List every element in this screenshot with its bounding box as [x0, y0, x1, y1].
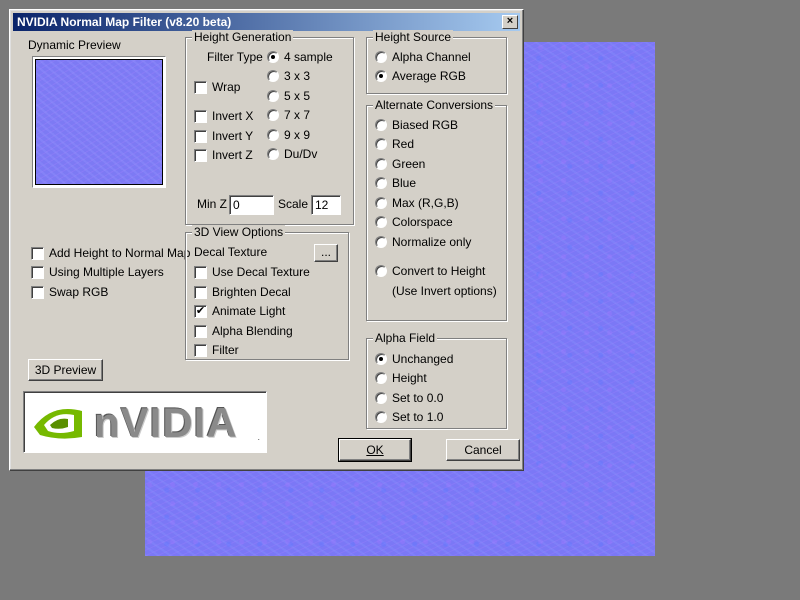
wrap-checkbox[interactable] — [194, 81, 207, 94]
filter-4sample-radio[interactable] — [267, 51, 279, 63]
decal-texture-label: Decal Texture — [194, 245, 268, 259]
invert-y-label: Invert Y — [212, 129, 254, 143]
add-height-checkbox[interactable] — [31, 247, 44, 260]
average-rgb-radio[interactable] — [375, 70, 387, 82]
alternate-conversions-title: Alternate Conversions — [373, 98, 496, 112]
animate-light-checkbox[interactable]: ✔ — [194, 305, 207, 318]
alpha-blending-label: Alpha Blending — [212, 324, 293, 338]
close-icon[interactable]: × — [502, 15, 518, 29]
green-label: Green — [392, 157, 426, 171]
height-radio[interactable] — [375, 372, 387, 384]
invert-x-checkbox[interactable] — [194, 110, 207, 123]
blue-label: Blue — [392, 176, 417, 190]
unchanged-label: Unchanged — [392, 352, 454, 366]
invert-z-label: Invert Z — [212, 148, 253, 162]
scale-label: Scale — [278, 197, 309, 211]
set-one-radio[interactable] — [375, 411, 387, 423]
filter-label: Filter — [212, 343, 239, 357]
alpha-channel-label: Alpha Channel — [392, 50, 471, 64]
3d-view-options-group: 3D View Options Decal Texture ... Use De… — [185, 225, 349, 360]
red-radio[interactable] — [375, 138, 387, 150]
filter-dudv-label: Du/Dv — [284, 147, 318, 161]
normalize-only-label: Normalize only — [392, 235, 472, 249]
max-rgb-radio[interactable] — [375, 197, 387, 209]
filter-5x5-radio[interactable] — [267, 90, 279, 102]
filter-9x9-radio[interactable] — [267, 129, 279, 141]
min-z-input[interactable]: 0 — [229, 195, 274, 215]
cancel-button[interactable]: Cancel — [446, 439, 520, 461]
filter-7x7-label: 7 x 7 — [284, 108, 311, 122]
multiple-layers-label: Using Multiple Layers — [49, 265, 164, 279]
filter-type-label: Filter Type — [207, 50, 263, 64]
brighten-decal-checkbox[interactable] — [194, 286, 207, 299]
wrap-label: Wrap — [212, 80, 241, 94]
normal-map-filter-dialog: NVIDIA Normal Map Filter (v8.20 beta) × … — [9, 9, 524, 471]
animate-light-label: Animate Light — [212, 304, 286, 318]
ok-button[interactable]: OK — [338, 438, 412, 462]
height-generation-group: Height Generation Filter Type 4 sample 3… — [185, 30, 354, 225]
browse-decal-button[interactable]: ... — [314, 244, 338, 262]
dynamic-preview — [32, 56, 166, 188]
alpha-field-title: Alpha Field — [373, 331, 438, 345]
nvidia-wordmark: nVIDIA — [94, 399, 238, 446]
use-decal-checkbox[interactable] — [194, 266, 207, 279]
filter-9x9-label: 9 x 9 — [284, 128, 311, 142]
dynamic-preview-label: Dynamic Preview — [28, 38, 121, 52]
scale-input[interactable]: 12 — [311, 195, 341, 215]
cancel-label: Cancel — [464, 443, 502, 457]
ok-label: OK — [366, 443, 384, 457]
height-label: Height — [392, 371, 427, 385]
title-bar[interactable]: NVIDIA Normal Map Filter (v8.20 beta) × — [13, 13, 520, 31]
red-label: Red — [392, 137, 415, 151]
min-z-label: Min Z — [197, 197, 227, 211]
colorspace-radio[interactable] — [375, 216, 387, 228]
green-radio[interactable] — [375, 158, 387, 170]
filter-4sample-label: 4 sample — [284, 50, 333, 64]
filter-3x3-radio[interactable] — [267, 70, 279, 82]
preview-image — [35, 59, 163, 185]
3d-view-options-title: 3D View Options — [192, 225, 286, 239]
unchanged-radio[interactable] — [375, 353, 387, 365]
convert-note: (Use Invert options) — [392, 284, 497, 298]
swap-rgb-checkbox[interactable] — [31, 286, 44, 299]
logo-mark: . — [257, 432, 260, 442]
height-generation-title: Height Generation — [192, 30, 294, 44]
biased-rgb-radio[interactable] — [375, 119, 387, 131]
swap-rgb-label: Swap RGB — [49, 285, 109, 299]
nvidia-logo: nVIDIA . — [23, 391, 267, 453]
biased-rgb-label: Biased RGB — [392, 118, 459, 132]
filter-3x3-label: 3 x 3 — [284, 69, 311, 83]
normalize-only-radio[interactable] — [375, 236, 387, 248]
filter-5x5-label: 5 x 5 — [284, 89, 311, 103]
add-height-label: Add Height to Normal Map — [49, 246, 191, 260]
filter-dudv-radio[interactable] — [267, 148, 279, 160]
height-source-title: Height Source — [373, 30, 454, 44]
window-title: NVIDIA Normal Map Filter (v8.20 beta) — [17, 15, 232, 29]
set-zero-label: Set to 0.0 — [392, 391, 444, 405]
set-zero-radio[interactable] — [375, 392, 387, 404]
use-decal-label: Use Decal Texture — [212, 265, 310, 279]
brighten-decal-label: Brighten Decal — [212, 285, 291, 299]
alpha-field-group: Alpha Field Unchanged Height Set to 0.0 … — [366, 331, 507, 429]
nvidia-eye-icon — [30, 397, 94, 447]
blue-radio[interactable] — [375, 177, 387, 189]
alpha-blending-checkbox[interactable] — [194, 325, 207, 338]
filter-7x7-radio[interactable] — [267, 109, 279, 121]
3d-preview-button[interactable]: 3D Preview — [28, 359, 103, 381]
invert-x-label: Invert X — [212, 109, 254, 123]
alpha-channel-radio[interactable] — [375, 51, 387, 63]
multiple-layers-checkbox[interactable] — [31, 266, 44, 279]
alternate-conversions-group: Alternate Conversions Biased RGB Red Gre… — [366, 98, 507, 321]
colorspace-label: Colorspace — [392, 215, 453, 229]
filter-checkbox[interactable] — [194, 344, 207, 357]
average-rgb-label: Average RGB — [392, 69, 466, 83]
invert-y-checkbox[interactable] — [194, 130, 207, 143]
max-rgb-label: Max (R,G,B) — [392, 196, 459, 210]
set-one-label: Set to 1.0 — [392, 410, 444, 424]
height-source-group: Height Source Alpha Channel Average RGB — [366, 30, 507, 94]
convert-to-height-label: Convert to Height — [392, 264, 486, 278]
invert-z-checkbox[interactable] — [194, 149, 207, 162]
convert-to-height-radio[interactable] — [375, 265, 387, 277]
